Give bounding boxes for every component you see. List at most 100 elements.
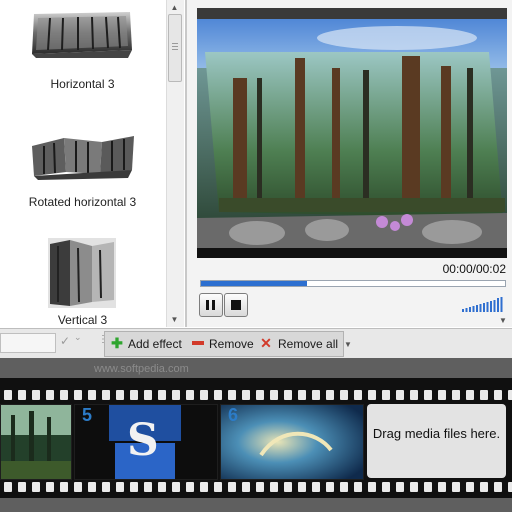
add-effect-button[interactable]: ✚ Add effect (108, 333, 188, 353)
scroll-down-icon[interactable]: ▼ (169, 314, 180, 325)
sprocket-hole (312, 482, 320, 492)
chevron-down-icon[interactable]: ✓ (60, 334, 70, 348)
stop-icon (231, 300, 241, 310)
sprocket-hole (74, 482, 82, 492)
sprocket-hole (340, 390, 348, 400)
sprocket-hole (438, 390, 446, 400)
sprocket-hole (200, 482, 208, 492)
sprocket-hole (284, 390, 292, 400)
sprocket-hole (60, 390, 68, 400)
sprocket-hole (494, 390, 502, 400)
sprocket-hole (130, 482, 138, 492)
sprocket-hole (256, 390, 264, 400)
sprocket-hole (32, 482, 40, 492)
toolbar-overflow-icon[interactable]: ▼ (344, 340, 352, 349)
sprocket-hole (466, 482, 474, 492)
sprocket-hole (116, 390, 124, 400)
effect-item-horizontal-3[interactable]: Horizontal 3 (0, 0, 165, 100)
effect-thumbnail (32, 12, 132, 58)
clip-number: 5 (82, 405, 93, 425)
sprocket-hole (438, 482, 446, 492)
clip-thumbnail (1, 405, 71, 479)
sprocket-hole (228, 482, 236, 492)
sprocket-hole (354, 390, 362, 400)
effect-label: Horizontal 3 (50, 77, 115, 91)
sprocket-hole (158, 482, 166, 492)
sprocket-hole (270, 482, 278, 492)
sprocket-hole (18, 482, 26, 492)
clip-thumbnail: S (109, 405, 181, 479)
sprocket-hole (312, 390, 320, 400)
svg-text:S: S (127, 415, 159, 466)
sprocket-hole (4, 482, 12, 492)
sprocket-hole (228, 390, 236, 400)
sprocket-hole (382, 390, 390, 400)
minus-icon (192, 341, 204, 345)
timeline-clip[interactable] (0, 404, 72, 480)
sprocket-hole (340, 482, 348, 492)
remove-button[interactable]: Remove (190, 333, 256, 353)
sprocket-hole (18, 390, 26, 400)
effect-item-rotated-horizontal-3[interactable]: Rotated horizontal 3 (0, 118, 165, 218)
remove-label: Remove (209, 337, 254, 351)
preview-title-bar (197, 8, 507, 19)
sprocket-hole (144, 482, 152, 492)
sprocket-hole (4, 390, 12, 400)
sprocket-hole (242, 482, 250, 492)
sprocket-hole (368, 390, 376, 400)
sprocket-hole (410, 482, 418, 492)
effect-thumbnail (48, 238, 116, 308)
clip-thumbnail (221, 405, 363, 479)
sprocket-hole (452, 482, 460, 492)
sprocket-hole (508, 390, 512, 400)
sprocket-hole (256, 482, 264, 492)
sprocket-hole (102, 390, 110, 400)
effect-label: Rotated horizontal 3 (28, 195, 137, 209)
sprocket-hole (298, 390, 306, 400)
effect-item-vertical-3[interactable]: Vertical 3 (0, 230, 165, 327)
timeline-clip[interactable]: 6 (220, 404, 364, 480)
sprocket-hole (144, 390, 152, 400)
sprocket-hole (186, 390, 194, 400)
sprocket-hole (116, 482, 124, 492)
sprocket-hole (410, 390, 418, 400)
effect-thumbnail (32, 136, 134, 180)
sprocket-hole (354, 482, 362, 492)
toolbar-grip-icon: ⋮ (98, 334, 108, 345)
sprocket-hole (452, 390, 460, 400)
watermark: www.softpedia.com (94, 363, 189, 375)
sprocket-hole (172, 390, 180, 400)
sprocket-hole (508, 482, 512, 492)
remove-all-button[interactable]: ✕ Remove all (258, 333, 344, 353)
clip-selector[interactable] (0, 333, 56, 353)
seek-bar-fill (201, 281, 307, 286)
close-icon: ✕ (260, 335, 272, 351)
sprocket-hole (382, 482, 390, 492)
sprocket-hole (130, 390, 138, 400)
sprocket-hole (242, 390, 250, 400)
sprocket-hole (88, 390, 96, 400)
sprocket-hole (32, 390, 40, 400)
volume-icon[interactable] (462, 296, 506, 312)
sprocket-hole (214, 482, 222, 492)
scroll-up-icon[interactable]: ▲ (169, 2, 180, 13)
dropdown-arrow-icon[interactable]: ⌄ (74, 332, 82, 343)
sprocket-hole (368, 482, 376, 492)
scrollbar-thumb[interactable] (168, 14, 182, 82)
sprocket-hole (494, 482, 502, 492)
scroll-down-icon[interactable]: ▼ (497, 316, 509, 326)
sprocket-hole (424, 390, 432, 400)
plus-icon: ✚ (111, 335, 123, 351)
sprocket-hole (102, 482, 110, 492)
pause-button[interactable] (199, 293, 223, 317)
time-readout: 00:00/00:02 (442, 262, 506, 276)
sprocket-hole (88, 482, 96, 492)
sprocket-hole (60, 482, 68, 492)
stop-button[interactable] (224, 293, 248, 317)
sprocket-hole (74, 390, 82, 400)
sprocket-hole (46, 390, 54, 400)
sprocket-hole (424, 482, 432, 492)
effect-label: Vertical 3 (57, 313, 108, 327)
timeline-clip[interactable]: S 5 (74, 404, 218, 480)
sprocket-hole (326, 482, 334, 492)
